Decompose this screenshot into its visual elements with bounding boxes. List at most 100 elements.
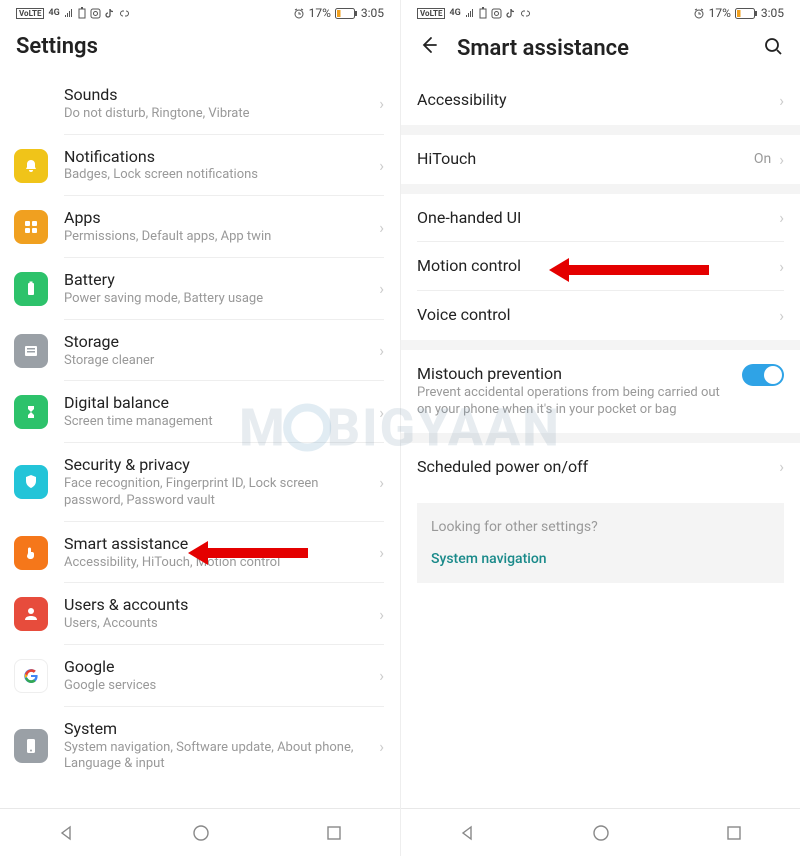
row-users-accounts[interactable]: Users & accounts Users, Accounts ›	[0, 583, 400, 645]
chevron-right-icon: ›	[379, 737, 384, 756]
row-title: Sounds	[64, 85, 371, 106]
row-title: Scheduled power on/off	[417, 457, 771, 478]
row-title: Battery	[64, 270, 371, 291]
phone-right-smart-assistance: VoLTE 4G 17%	[400, 0, 800, 856]
row-subtitle: System navigation, Software update, Abou…	[64, 740, 371, 774]
row-motion-control[interactable]: Motion control ›	[401, 242, 800, 291]
row-smart-assistance[interactable]: Smart assistance Accessibility, HiTouch,…	[0, 522, 400, 584]
row-title: Apps	[64, 208, 371, 229]
row-title: Google	[64, 657, 371, 678]
sounds-icon	[14, 87, 48, 121]
row-accessibility[interactable]: Accessibility ›	[401, 76, 800, 125]
row-notifications[interactable]: Notifications Badges, Lock screen notifi…	[0, 135, 400, 197]
nav-bar	[401, 808, 800, 856]
status-bar: VoLTE 4G 17%	[401, 0, 800, 24]
row-storage[interactable]: Storage Storage cleaner ›	[0, 320, 400, 382]
clock-time: 3:05	[361, 6, 384, 20]
status-right: 17% 3:05	[293, 6, 384, 20]
row-title: Voice control	[417, 305, 771, 326]
smart-assistance-header: Smart assistance	[401, 24, 800, 76]
tiktok-icon	[105, 8, 115, 19]
row-voice-control[interactable]: Voice control ›	[401, 291, 800, 340]
row-value: On	[754, 151, 771, 167]
nav-recent-icon[interactable]	[326, 825, 342, 841]
nav-back-icon[interactable]	[459, 824, 477, 842]
apps-icon	[14, 210, 48, 244]
row-subtitle: Google services	[64, 678, 371, 695]
row-title: Storage	[64, 332, 371, 353]
chevron-right-icon: ›	[379, 473, 384, 492]
row-title: Motion control	[417, 256, 771, 277]
clock-time: 3:05	[761, 6, 784, 20]
row-title: HiTouch	[417, 149, 746, 170]
section-gap	[401, 433, 800, 443]
battery-percent: 17%	[309, 6, 331, 20]
row-google[interactable]: Google Google services ›	[0, 645, 400, 707]
link-icon	[119, 8, 130, 19]
row-apps[interactable]: Apps Permissions, Default apps, App twin…	[0, 196, 400, 258]
row-subtitle: Permissions, Default apps, App twin	[64, 229, 371, 246]
battery-icon	[735, 8, 757, 19]
users-icon	[14, 597, 48, 631]
battery-setting-icon	[14, 272, 48, 306]
battery-small-icon	[78, 7, 86, 19]
battery-small-icon	[479, 7, 487, 19]
row-subtitle: Storage cleaner	[64, 353, 371, 370]
mistouch-toggle[interactable]	[742, 364, 784, 386]
notifications-icon	[14, 149, 48, 183]
link-icon	[520, 8, 531, 19]
row-subtitle: Prevent accidental operations from being…	[417, 385, 730, 419]
row-security[interactable]: Security & privacy Face recognition, Fin…	[0, 443, 400, 522]
tiktok-icon	[506, 8, 516, 19]
phone-left-settings: VoLTE 4G 17%	[0, 0, 400, 856]
row-scheduled-power[interactable]: Scheduled power on/off ›	[401, 443, 800, 492]
smart-assistance-list[interactable]: Accessibility › HiTouch On › One-handed …	[401, 76, 800, 808]
chevron-right-icon: ›	[779, 306, 784, 325]
row-title: One-handed UI	[417, 208, 771, 229]
section-gap	[401, 125, 800, 135]
row-one-handed[interactable]: One-handed UI ›	[401, 194, 800, 243]
volte-icon: VoLTE	[417, 8, 445, 19]
row-digital-balance[interactable]: Digital balance Screen time management ›	[0, 381, 400, 443]
chevron-right-icon: ›	[379, 605, 384, 624]
smart-assistance-icon	[14, 536, 48, 570]
back-button[interactable]	[417, 34, 439, 62]
status-left: VoLTE 4G	[16, 7, 130, 19]
nav-home-icon[interactable]	[192, 824, 210, 842]
section-gap	[401, 184, 800, 194]
row-title: Security & privacy	[64, 455, 371, 476]
row-subtitle: Screen time management	[64, 414, 371, 431]
row-subtitle: Face recognition, Fingerprint ID, Lock s…	[64, 476, 371, 510]
settings-list[interactable]: Sounds Do not disturb, Ringtone, Vibrate…	[0, 73, 400, 808]
row-title: System	[64, 719, 371, 740]
chevron-right-icon: ›	[379, 279, 384, 298]
hint-title: Looking for other settings?	[431, 519, 770, 535]
nav-back-icon[interactable]	[58, 824, 76, 842]
signal-bars-icon	[465, 8, 475, 18]
row-mistouch[interactable]: Mistouch prevention Prevent accidental o…	[401, 350, 800, 433]
system-icon	[14, 729, 48, 763]
security-icon	[14, 465, 48, 499]
nav-recent-icon[interactable]	[726, 825, 742, 841]
row-subtitle: Badges, Lock screen notifications	[64, 167, 371, 184]
settings-header: Settings	[0, 24, 400, 73]
google-icon	[14, 659, 48, 693]
search-button[interactable]	[762, 35, 784, 61]
row-title: Smart assistance	[64, 534, 371, 555]
status-left: VoLTE 4G	[417, 7, 531, 19]
row-battery[interactable]: Battery Power saving mode, Battery usage…	[0, 258, 400, 320]
battery-icon	[335, 8, 357, 19]
row-hitouch[interactable]: HiTouch On ›	[401, 135, 800, 184]
hint-box: Looking for other settings? System navig…	[417, 503, 784, 583]
row-system[interactable]: System System navigation, Software updat…	[0, 707, 400, 786]
signal-bars-icon	[64, 8, 74, 18]
nav-bar	[0, 808, 400, 856]
chevron-right-icon: ›	[779, 457, 784, 476]
chevron-right-icon: ›	[779, 150, 784, 169]
nav-home-icon[interactable]	[592, 824, 610, 842]
row-title: Users & accounts	[64, 595, 371, 616]
battery-percent: 17%	[709, 6, 731, 20]
hint-link-system-navigation[interactable]: System navigation	[431, 551, 770, 567]
row-sounds[interactable]: Sounds Do not disturb, Ringtone, Vibrate…	[0, 73, 400, 135]
chevron-right-icon: ›	[379, 403, 384, 422]
